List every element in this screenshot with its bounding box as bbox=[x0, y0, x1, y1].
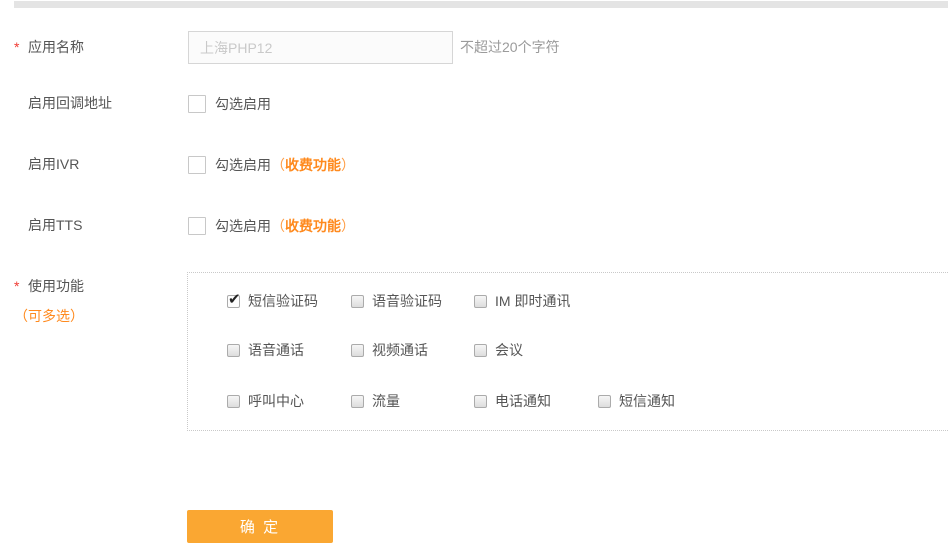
feature-option-im-instant-messaging[interactable]: IM 即时通讯 bbox=[474, 293, 570, 309]
ivr-label: 启用IVR bbox=[28, 156, 80, 172]
checkbox-icon bbox=[188, 217, 206, 235]
checkbox-icon bbox=[474, 343, 487, 357]
tts-check-label: 勾选启用（收费功能） bbox=[215, 218, 355, 234]
ivr-fee-badge: 收费功能 bbox=[285, 157, 341, 173]
feature-option-voice-call[interactable]: 语音通话 bbox=[227, 342, 304, 358]
feature-option-sms-verify-code[interactable]: 短信验证码 bbox=[227, 290, 318, 309]
checkbox-icon bbox=[351, 343, 364, 357]
callback-label: 启用回调地址 bbox=[28, 95, 112, 111]
app-name-input[interactable] bbox=[188, 31, 453, 64]
required-asterisk: * bbox=[14, 278, 20, 294]
checkbox-icon bbox=[351, 294, 364, 308]
checkbox-icon bbox=[188, 95, 206, 113]
app-name-label-text: 应用名称 bbox=[28, 39, 84, 55]
feature-option-call-center[interactable]: 呼叫中心 bbox=[227, 393, 304, 409]
feature-option-video-call[interactable]: 视频通话 bbox=[351, 342, 428, 358]
checkbox-icon bbox=[474, 394, 487, 408]
feature-option-voice-verify-code[interactable]: 语音验证码 bbox=[351, 293, 442, 309]
ivr-check-label: 勾选启用（收费功能） bbox=[215, 157, 355, 173]
features-label: * 使用功能 bbox=[14, 276, 84, 296]
top-divider bbox=[14, 1, 948, 8]
checkbox-icon bbox=[227, 290, 241, 308]
feature-option-meeting[interactable]: 会议 bbox=[474, 342, 523, 358]
checkbox-icon bbox=[474, 294, 487, 308]
callback-check-label: 勾选启用 bbox=[215, 96, 271, 112]
feature-option-phone-notify[interactable]: 电话通知 bbox=[474, 393, 551, 409]
checkbox-icon bbox=[227, 343, 240, 357]
features-label-text: 使用功能 bbox=[28, 278, 84, 294]
tts-fee-badge: 收费功能 bbox=[285, 218, 341, 234]
create-app-form: * 应用名称 不超过20个字符 启用回调地址 勾选启用 启用IVR 勾选启用（收费… bbox=[0, 0, 948, 560]
checkbox-icon bbox=[598, 394, 611, 408]
callback-enable-checkbox[interactable]: 勾选启用 bbox=[188, 94, 271, 114]
feature-option-sms-notify[interactable]: 短信通知 bbox=[598, 393, 675, 409]
confirm-button[interactable]: 确 定 bbox=[187, 510, 333, 543]
feature-option-data-traffic[interactable]: 流量 bbox=[351, 393, 400, 409]
tts-enable-checkbox[interactable]: 勾选启用（收费功能） bbox=[188, 216, 355, 236]
ivr-enable-checkbox[interactable]: 勾选启用（收费功能） bbox=[188, 155, 355, 175]
checkbox-icon bbox=[188, 156, 206, 174]
features-multiselect-note: （可多选） bbox=[14, 308, 84, 324]
tts-label: 启用TTS bbox=[28, 217, 83, 233]
checkbox-icon bbox=[351, 394, 364, 408]
features-panel: 短信验证码 语音验证码 IM 即时通讯 语音通话 视频通话 会议 呼叫中心 bbox=[187, 272, 948, 431]
app-name-label: * 应用名称 bbox=[14, 37, 84, 57]
required-asterisk: * bbox=[14, 39, 20, 55]
app-name-hint: 不超过20个字符 bbox=[460, 39, 560, 55]
checkbox-icon bbox=[227, 394, 240, 408]
